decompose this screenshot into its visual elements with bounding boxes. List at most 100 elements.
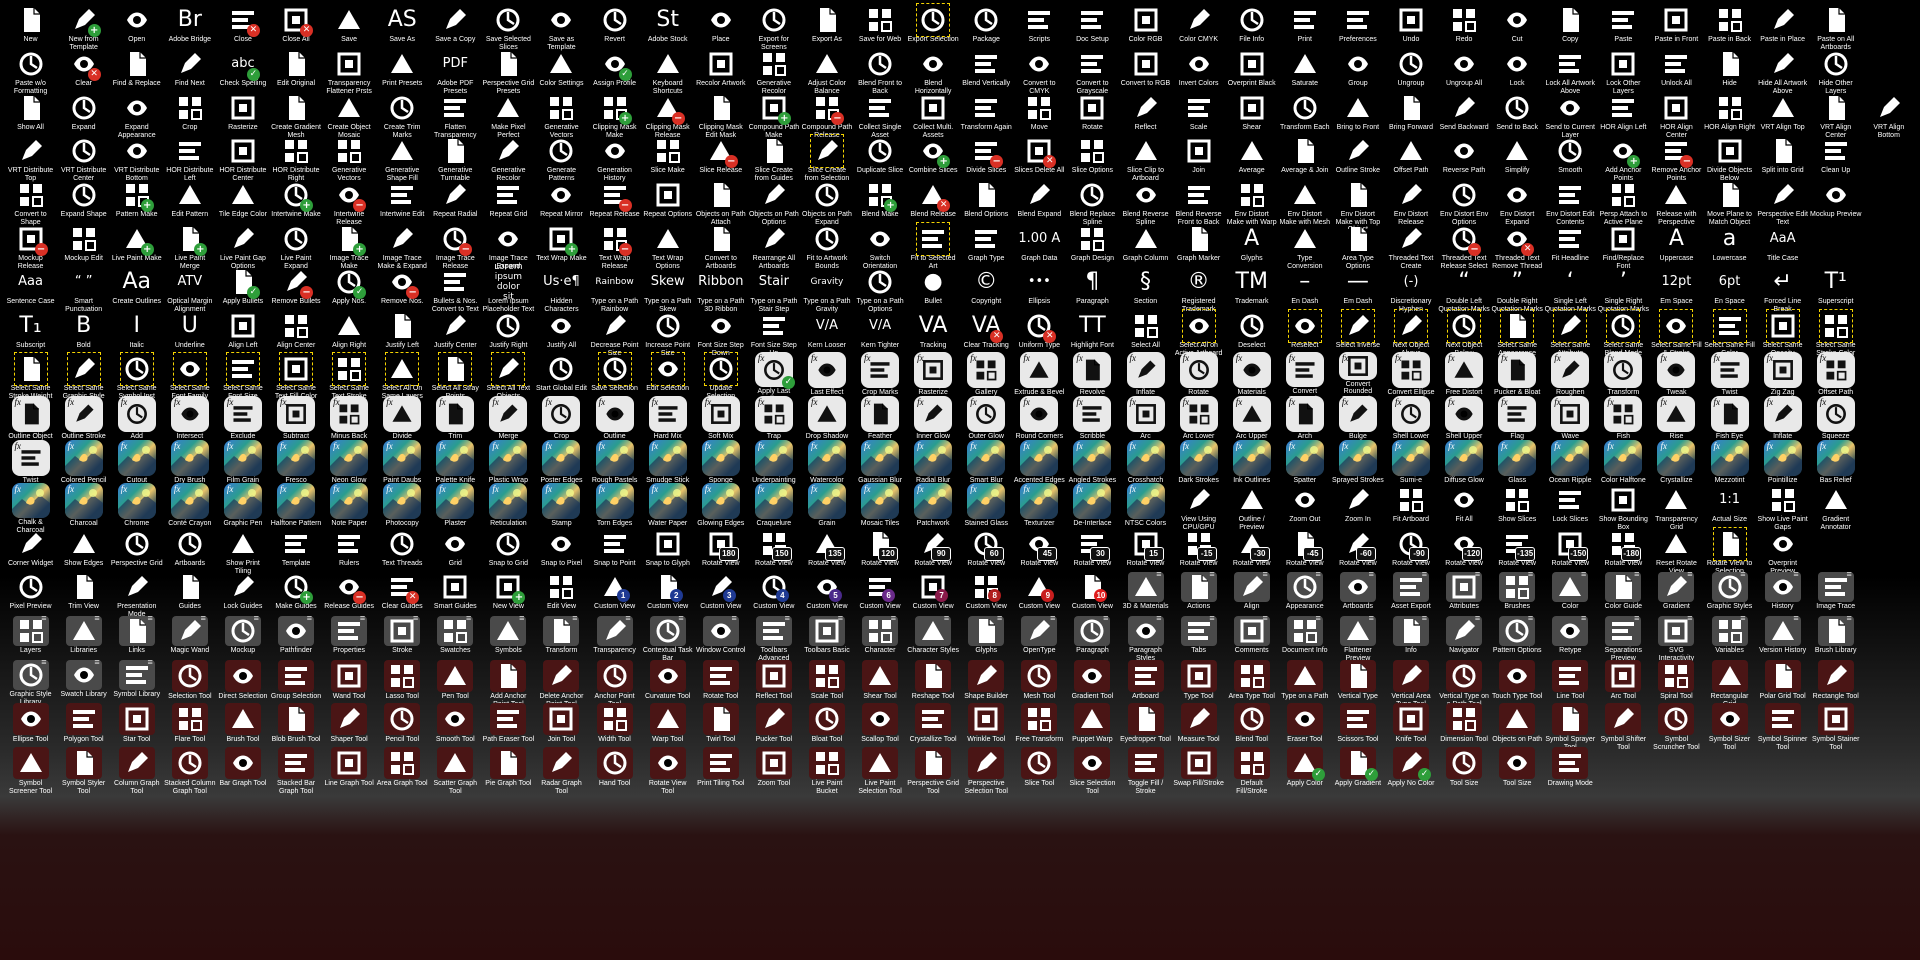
icon-shape bbox=[1452, 575, 1476, 599]
icon-cell[interactable]: Stacked Column Graph Tool bbox=[163, 744, 216, 796]
icon-cell[interactable]: Radar Graph Tool bbox=[535, 744, 588, 796]
icon-shape bbox=[1187, 139, 1211, 163]
icon-cell[interactable]: Slice Selection Tool bbox=[1066, 744, 1119, 796]
tool-icon bbox=[543, 660, 580, 692]
icon-shape bbox=[277, 446, 316, 476]
icon-glyph-text: ● bbox=[923, 269, 943, 294]
icon-shape bbox=[179, 361, 200, 377]
icon-cell[interactable]: Symbol Styler Tool bbox=[57, 744, 110, 796]
panel-icon bbox=[1817, 613, 1854, 646]
blend-icon bbox=[971, 180, 1001, 210]
icon-label: Rotate View bbox=[1339, 560, 1377, 567]
icon-shape bbox=[762, 53, 786, 76]
icon-label: Corner Widget bbox=[7, 560, 54, 567]
textwrap-icon bbox=[653, 224, 683, 254]
icon-label: Rotate View bbox=[1498, 560, 1536, 567]
icon-cell[interactable]: Scatter Graph Tool bbox=[429, 744, 482, 796]
icon-cell[interactable]: Live Paint Selection Tool bbox=[854, 744, 907, 796]
floppy-icon bbox=[546, 5, 576, 35]
icon-label: Pie Graph Tool bbox=[485, 780, 532, 787]
tool-icon bbox=[171, 703, 208, 735]
icon-cell[interactable]: Pie Graph Tool bbox=[482, 744, 535, 796]
icon-shape bbox=[1399, 141, 1422, 160]
icon-shape bbox=[1723, 403, 1738, 425]
icon-cell[interactable]: Tool Size bbox=[1491, 744, 1544, 796]
slice-icon bbox=[1077, 136, 1107, 166]
icon-shape bbox=[1454, 492, 1475, 508]
icon-cell[interactable]: Perspective Selection Tool bbox=[960, 744, 1013, 796]
type-icon bbox=[1396, 224, 1426, 254]
icon-cell[interactable]: Swap Fill/Stroke bbox=[1172, 744, 1225, 796]
icon-cell[interactable]: Hand Tool bbox=[588, 744, 641, 796]
tool-icon bbox=[649, 703, 686, 735]
check-badge-icon: ✓ bbox=[781, 376, 795, 389]
icon-label: Graph Marker bbox=[1177, 255, 1221, 262]
icon-shape bbox=[76, 751, 93, 775]
icon-glyph-text: ® bbox=[1187, 269, 1210, 294]
icon-cell[interactable]: Drawing Mode bbox=[1544, 744, 1597, 796]
icon-label: Pattern Make bbox=[115, 211, 158, 218]
shear-icon bbox=[1237, 93, 1267, 123]
icon-label: Perspective Grid Tool bbox=[907, 780, 960, 795]
average-icon bbox=[1290, 136, 1320, 166]
icon-shape bbox=[21, 533, 42, 553]
icon-shape bbox=[1667, 576, 1688, 596]
icon-cell[interactable]: Perspective Grid Tool bbox=[907, 744, 960, 796]
blank-icon bbox=[1874, 224, 1904, 254]
icon-cell[interactable]: Column Graph Tool bbox=[110, 744, 163, 796]
icon-cell[interactable]: Slice Tool bbox=[1013, 744, 1066, 796]
icon-label: Rotate View Tool bbox=[648, 780, 687, 795]
tool-icon bbox=[702, 660, 739, 692]
tool-icon bbox=[1021, 703, 1058, 735]
icon-label: Live Paint Selection Tool bbox=[858, 780, 902, 795]
icon-shape bbox=[551, 187, 572, 203]
check-badge-icon: ✓ bbox=[1364, 768, 1378, 781]
icon-cell[interactable]: Default Fill/Stroke bbox=[1225, 744, 1278, 796]
icon-cell[interactable]: Zoom Tool bbox=[747, 744, 800, 796]
icon-label: Reverse Path bbox=[1442, 167, 1486, 174]
icon-cell[interactable]: Live Paint Bucket bbox=[800, 744, 853, 796]
icon-cell[interactable]: Bar Graph Tool bbox=[216, 744, 269, 796]
fx-photo-icon bbox=[64, 440, 103, 476]
icon-shape bbox=[1187, 664, 1211, 688]
icon-glyph-text: ‘ bbox=[1566, 269, 1574, 294]
icon-cell[interactable]: ✓ Apply Gradient bbox=[1331, 744, 1384, 796]
guides-icon: ✕ bbox=[387, 572, 420, 604]
icon-shape bbox=[501, 751, 518, 775]
icon-cell[interactable]: Print Tiling Tool bbox=[694, 744, 747, 796]
icon-label: Rotate View bbox=[1445, 560, 1483, 567]
update-sel-icon bbox=[703, 352, 738, 386]
view-number-badge: 2 bbox=[669, 589, 683, 602]
fx-photo-icon bbox=[277, 483, 316, 519]
icon-shape bbox=[1559, 186, 1582, 204]
icon-shape bbox=[129, 619, 146, 643]
convert-icon bbox=[1131, 49, 1161, 79]
type-size-icon bbox=[759, 311, 789, 341]
icon-cell[interactable]: ✓ Apply No Color bbox=[1384, 744, 1437, 796]
icon-cell[interactable]: Rotate View Tool bbox=[641, 744, 694, 796]
tool-icon bbox=[1658, 660, 1695, 692]
icon-shape bbox=[656, 709, 679, 728]
icon-cell[interactable]: Stacked Bar Graph Tool bbox=[269, 744, 322, 796]
icon-cell[interactable]: Symbol Screener Tool bbox=[4, 744, 57, 796]
icon-cell[interactable]: ✓ Apply Color bbox=[1278, 744, 1331, 796]
fx-tile-icon bbox=[1816, 396, 1855, 432]
icon-cell[interactable]: Toggle Fill / Stroke bbox=[1119, 744, 1172, 796]
icon-shape bbox=[1611, 52, 1635, 76]
icon-cell[interactable]: Line Graph Tool bbox=[323, 744, 376, 796]
icon-label: HOR Align Right bbox=[1704, 124, 1756, 131]
icon-cell[interactable]: Area Graph Tool bbox=[376, 744, 429, 796]
icon-label: Lock Slices bbox=[1552, 516, 1588, 523]
eye-off-icon bbox=[1715, 49, 1745, 79]
icon-shape bbox=[713, 183, 730, 207]
tool-icon bbox=[808, 660, 845, 692]
icon-cell[interactable]: Tool Size bbox=[1438, 744, 1491, 796]
fx-tile-icon bbox=[330, 396, 369, 432]
icon-label: Check Spelling bbox=[219, 80, 267, 87]
broom-icon bbox=[1821, 136, 1851, 166]
icon-shape bbox=[391, 752, 415, 775]
envelope-icon bbox=[1343, 180, 1373, 210]
icon-shape bbox=[603, 357, 627, 381]
icon-shape bbox=[338, 140, 362, 163]
icon-shape bbox=[1824, 707, 1848, 731]
